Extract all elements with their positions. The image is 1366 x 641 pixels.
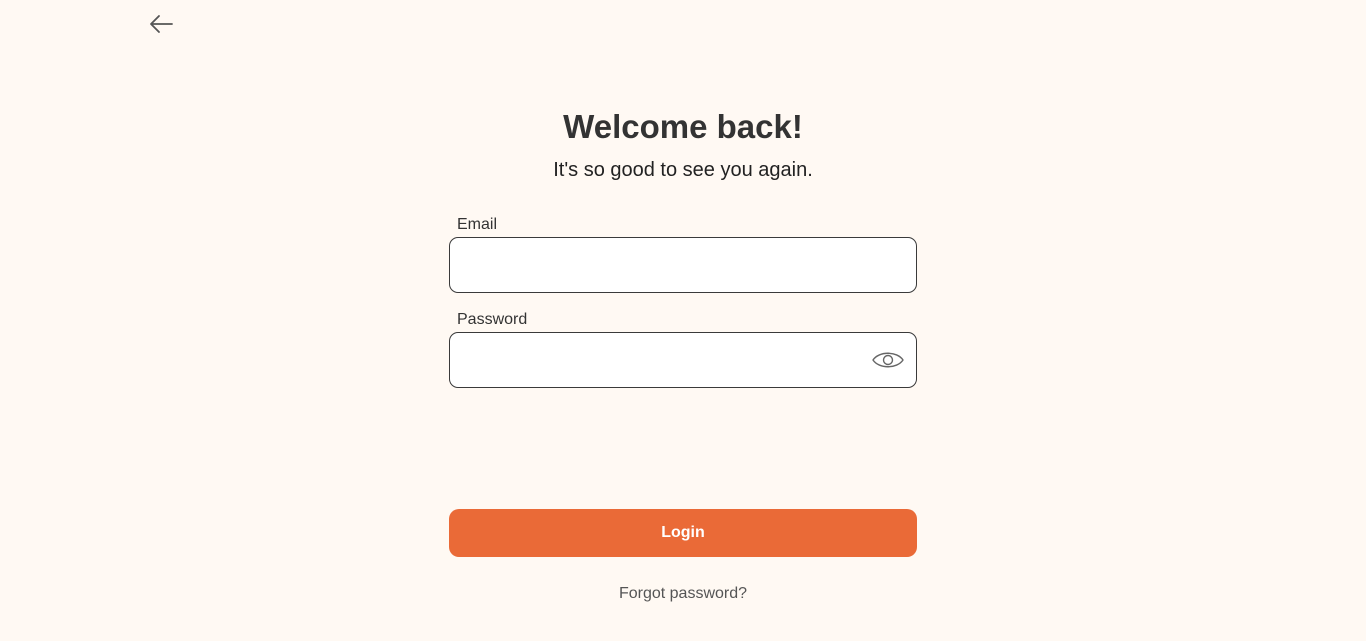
password-group: Password <box>449 308 917 388</box>
email-group: Email <box>449 213 917 293</box>
password-field-wrapper <box>449 332 917 388</box>
forgot-password-link[interactable]: Forgot password? <box>619 585 747 602</box>
login-button[interactable]: Login <box>449 509 917 557</box>
arrow-left-icon <box>150 15 173 33</box>
password-label: Password <box>457 311 528 328</box>
back-button[interactable] <box>146 10 176 38</box>
page-title: Welcome back! <box>563 108 803 145</box>
eye-icon <box>872 352 904 368</box>
email-field[interactable] <box>450 238 916 292</box>
password-field[interactable] <box>450 333 916 387</box>
email-label: Email <box>457 216 498 233</box>
login-form: Email Password <box>449 213 917 388</box>
page-subtitle: It's so good to see you again. <box>553 159 813 181</box>
email-field-wrapper <box>449 237 917 293</box>
toggle-password-visibility-button[interactable] <box>870 346 906 374</box>
forgot-password-container: Forgot password? <box>0 583 1366 605</box>
